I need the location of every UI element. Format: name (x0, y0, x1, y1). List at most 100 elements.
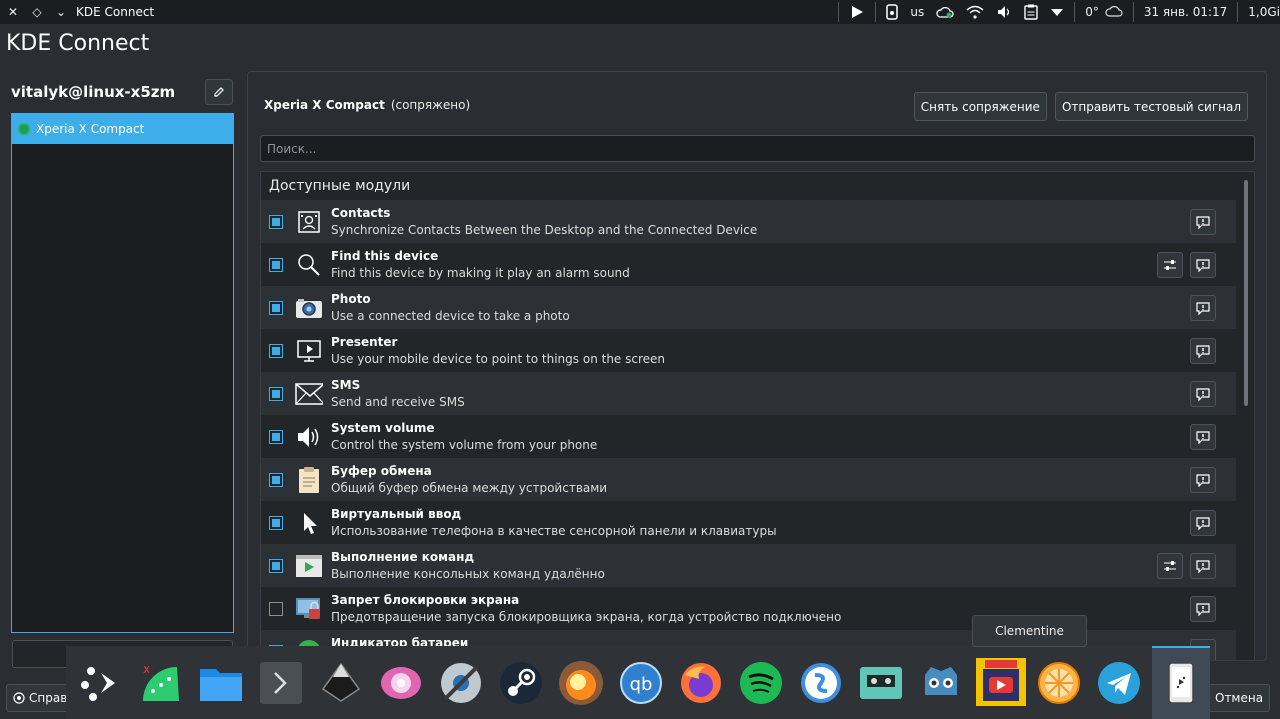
info-icon (1196, 516, 1210, 530)
info-icon (1196, 602, 1210, 616)
inkscape-like-icon[interactable] (318, 660, 364, 706)
video-editor-icon[interactable] (438, 660, 484, 706)
plugin-row: Photo Use a connected device to take a p… (261, 286, 1236, 329)
plugin-text: Виртуальный ввод Использование телефона … (331, 507, 777, 538)
keyboard-layout[interactable]: us (904, 5, 930, 19)
settings-sliders-icon (1164, 259, 1176, 270)
folder-icon[interactable] (198, 660, 244, 706)
search-input[interactable]: Поиск... (260, 135, 1255, 162)
help-button[interactable]: Справ (6, 684, 72, 712)
help-icon (13, 692, 25, 704)
plugin-about-button[interactable] (1190, 337, 1216, 364)
plugin-row: Contacts Synchronize Contacts Between th… (261, 200, 1236, 243)
unpair-button[interactable]: Снять сопряжение (913, 92, 1047, 121)
plugin-checkbox[interactable] (269, 300, 283, 315)
qbittorrent-icon[interactable]: qb (618, 660, 664, 706)
plugin-row: SMS Send and receive SMS (261, 372, 1236, 415)
plugin-about-button[interactable] (1190, 466, 1216, 493)
plugin-about-button[interactable] (1190, 509, 1216, 536)
plugin-about-button[interactable] (1190, 251, 1216, 278)
steam-icon[interactable] (498, 660, 544, 706)
divider (838, 2, 840, 22)
plugin-about-button[interactable] (1190, 423, 1216, 450)
plugin-row: Find this device Find this device by mak… (261, 243, 1236, 286)
plugin-checkbox[interactable] (269, 214, 283, 229)
simplenote-icon[interactable] (798, 660, 844, 706)
plugin-configure-button[interactable] (1157, 552, 1183, 579)
plugin-configure-button[interactable] (1157, 251, 1183, 278)
pink-app-icon[interactable] (378, 660, 424, 706)
cloud-sync-icon[interactable] (930, 5, 960, 19)
chevron-down-icon[interactable]: ⌄ (54, 5, 68, 19)
kdeconnect-launcher-icon[interactable] (76, 660, 122, 706)
window-controls: ✕ ◇ ⌄ (0, 5, 68, 19)
telegram-icon[interactable] (1096, 660, 1142, 706)
divider (875, 2, 877, 22)
plugin-row: Буфер обмена Общий буфер обмена между ус… (261, 458, 1236, 501)
system-tray: us 0° 31 янв. 01:17 1,0Gi (834, 0, 1280, 24)
cassette-app-icon[interactable] (858, 660, 904, 706)
weather-temperature[interactable]: 0° (1079, 5, 1129, 19)
plugin-list: Доступные модули Contacts Synchronize Co… (260, 171, 1255, 661)
spotify-icon[interactable] (738, 660, 784, 706)
godot-icon[interactable] (918, 660, 964, 706)
camera-icon (295, 294, 323, 322)
media-play-icon[interactable] (843, 4, 871, 20)
run-command-icon (295, 552, 323, 580)
speaker-icon (295, 423, 323, 451)
clementine-icon[interactable] (1036, 660, 1082, 706)
flathub-app-icon[interactable]: x (138, 660, 184, 706)
close-icon[interactable]: ✕ (6, 5, 20, 19)
volume-icon[interactable] (990, 4, 1018, 20)
keep-above-icon[interactable]: ◇ (30, 5, 44, 19)
scrollbar-thumb[interactable] (1244, 180, 1248, 406)
info-icon (1196, 344, 1210, 358)
clipboard-tray-icon[interactable] (1018, 4, 1044, 20)
plugin-checkbox[interactable] (269, 386, 283, 401)
plugin-checkbox[interactable] (269, 257, 283, 272)
plugin-text: Photo Use a connected device to take a p… (331, 292, 570, 323)
plugin-checkbox[interactable] (269, 601, 283, 616)
rename-button[interactable] (205, 79, 233, 105)
orange-app-icon[interactable] (558, 660, 604, 706)
plugin-checkbox[interactable] (269, 472, 283, 487)
terminal-icon[interactable] (258, 660, 304, 706)
plugin-about-button[interactable] (1190, 208, 1216, 235)
cancel-button[interactable]: Отмена (1206, 684, 1270, 712)
plugin-checkbox[interactable] (269, 515, 283, 530)
plugin-about-button[interactable] (1190, 552, 1216, 579)
plugin-row: Запрет блокировки экрана Предотвращение … (261, 587, 1236, 630)
window-title: KDE Connect (76, 5, 155, 19)
clipboard-icon (295, 466, 323, 494)
plugin-text: Contacts Synchronize Contacts Between th… (331, 206, 757, 237)
plugin-about-button[interactable] (1190, 595, 1216, 622)
kdeconnect-tray-icon[interactable] (880, 4, 904, 20)
pokemon-app-icon[interactable] (974, 657, 1028, 707)
plugin-checkbox[interactable] (269, 343, 283, 358)
plugin-about-button[interactable] (1190, 380, 1216, 407)
clock[interactable]: 31 янв. 01:17 (1138, 5, 1233, 19)
top-panel: ✕ ◇ ⌄ KDE Connect us 0° 31 янв. 01:17 1,… (0, 0, 1280, 24)
scrollbar[interactable] (1244, 180, 1248, 650)
plugin-checkbox[interactable] (269, 558, 283, 573)
wifi-icon[interactable] (960, 5, 990, 19)
plugin-desc: Use a connected device to take a photo (331, 309, 570, 323)
tray-expand-icon[interactable] (1044, 7, 1070, 17)
plugin-text: SMS Send and receive SMS (331, 378, 465, 409)
plugin-desc: Выполнение консольных команд удалённо (331, 567, 605, 581)
info-icon (1196, 430, 1210, 444)
help-button-label: Справ (29, 691, 68, 705)
memory-monitor[interactable]: 1,0Gi (1242, 5, 1280, 19)
kdeconnect-settings-icon[interactable] (1158, 660, 1204, 706)
device-status: (сопряжено) (390, 98, 471, 112)
plugin-checkbox[interactable] (269, 429, 283, 444)
plugin-text: Presenter Use your mobile device to poin… (331, 335, 665, 366)
pointer-icon (295, 509, 323, 537)
firefox-icon[interactable] (678, 660, 724, 706)
plugin-row: Presenter Use your mobile device to poin… (261, 329, 1236, 372)
plugin-about-button[interactable] (1190, 294, 1216, 321)
info-icon (1196, 215, 1210, 229)
device-header: Xperia X Compact (сопряжено) (264, 98, 470, 112)
device-item[interactable]: Xperia X Compact (12, 114, 233, 144)
send-ping-button[interactable]: Отправить тестовый сигнал (1054, 92, 1248, 121)
